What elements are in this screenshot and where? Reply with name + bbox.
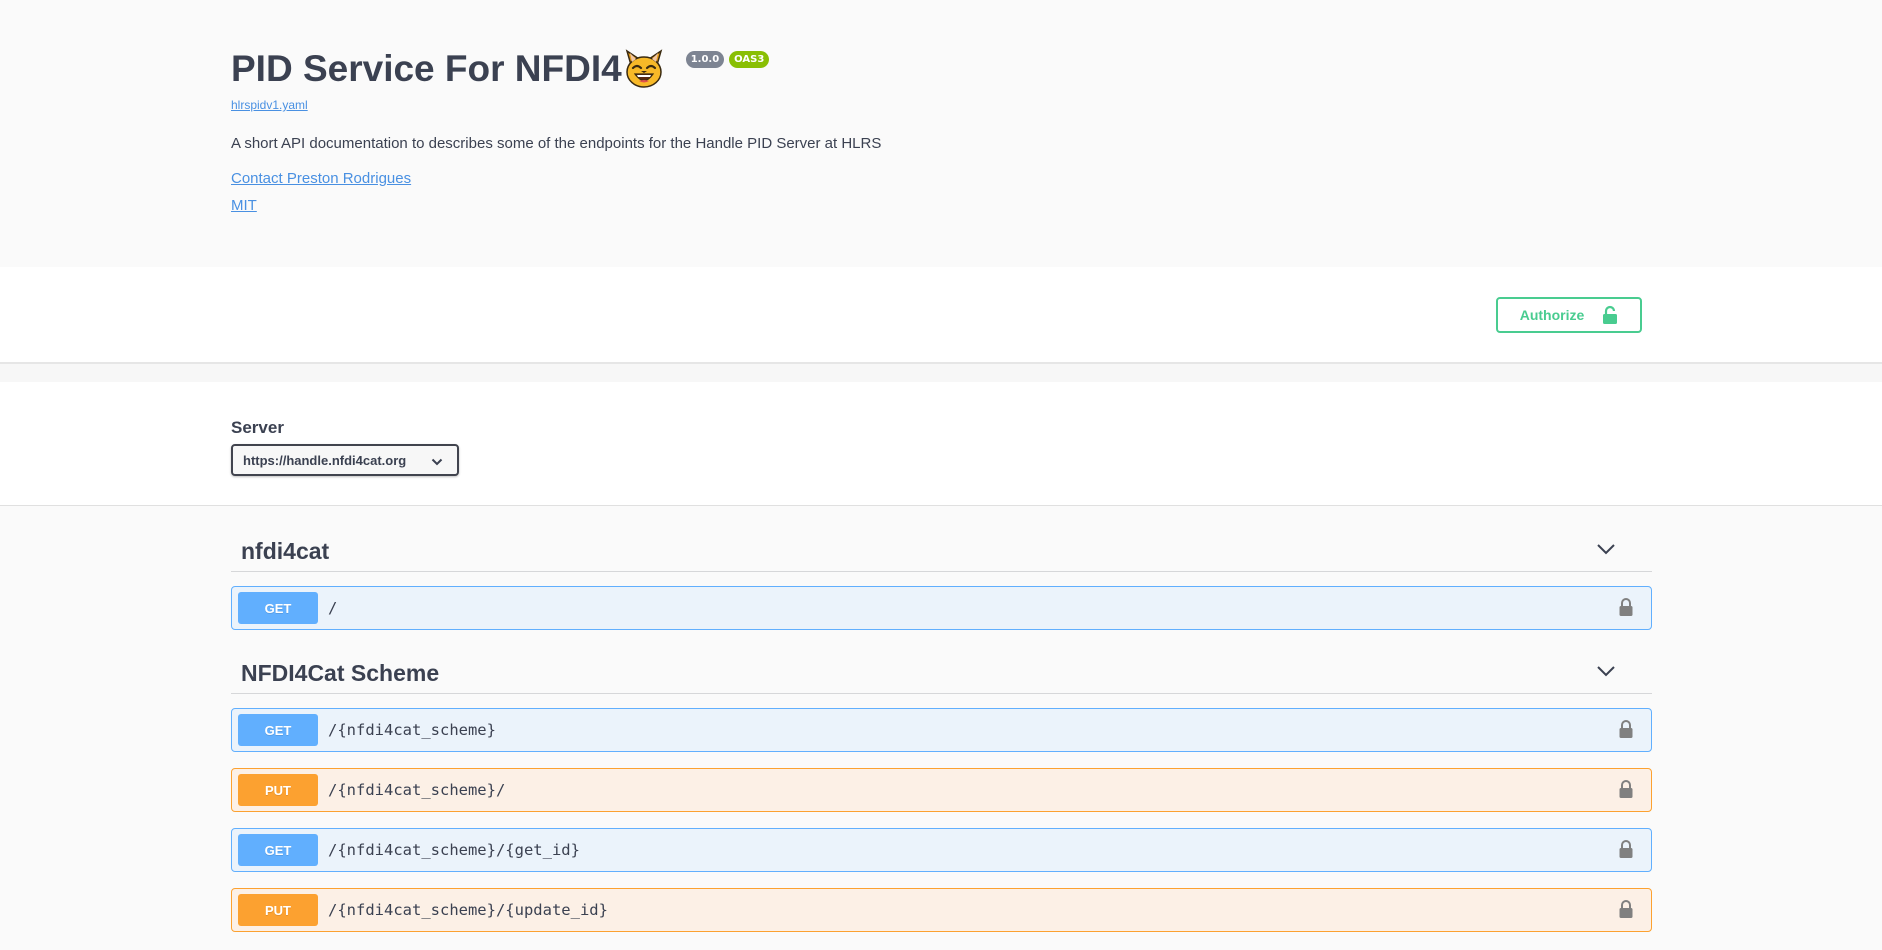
contact-link[interactable]: Contact Preston Rodrigues (231, 170, 411, 187)
http-method-badge: GET (238, 592, 318, 624)
server-select[interactable]: https://handle.nfdi4cat.org (231, 444, 459, 476)
operation-path: /{nfdi4cat_scheme}/{update_id} (328, 901, 608, 919)
http-method-badge: PUT (238, 894, 318, 926)
license-link[interactable]: MIT (231, 197, 257, 214)
api-info-section: PID Service For NFDI4 1.0.0 OAS3 hlrspid… (0, 0, 1882, 267)
unlock-icon (1602, 305, 1618, 325)
http-method-badge: GET (238, 834, 318, 866)
smiling-cat-emoji-icon (622, 47, 666, 91)
operation-put-scheme[interactable]: PUT /{nfdi4cat_scheme}/ (231, 768, 1652, 812)
operation-get-scheme-id[interactable]: GET /{nfdi4cat_scheme}/{get_id} (231, 828, 1652, 872)
authorize-button[interactable]: Authorize (1496, 297, 1642, 333)
authorize-label: Authorize (1519, 307, 1585, 323)
tag-header-nfdi4cat[interactable]: nfdi4cat (231, 528, 1652, 572)
servers-section: Server https://handle.nfdi4cat.org (0, 382, 1882, 506)
oas-badge: OAS3 (729, 51, 770, 68)
chevron-down-icon[interactable] (1596, 542, 1616, 561)
operation-path: /{nfdi4cat_scheme}/{get_id} (328, 841, 580, 859)
tag-title: NFDI4Cat Scheme (241, 660, 440, 686)
lock-icon[interactable] (1619, 597, 1633, 622)
operation-path: /{nfdi4cat_scheme}/ (328, 781, 506, 799)
operation-path: / (328, 599, 338, 617)
authorize-section: Authorize (0, 267, 1882, 364)
http-method-badge: GET (238, 714, 318, 746)
server-selected-value: https://handle.nfdi4cat.org (243, 452, 407, 468)
lock-icon[interactable] (1619, 719, 1633, 744)
operation-put-scheme-update-id[interactable]: PUT /{nfdi4cat_scheme}/{update_id} (231, 888, 1652, 932)
tag-header-nfdi4cat-scheme[interactable]: NFDI4Cat Scheme (231, 650, 1652, 694)
chevron-down-icon[interactable] (1596, 664, 1616, 683)
tag-title: nfdi4cat (241, 538, 330, 564)
title-row: PID Service For NFDI4 1.0.0 OAS3 (231, 44, 770, 94)
api-description: A short API documentation to describes s… (231, 135, 882, 152)
lock-icon[interactable] (1619, 779, 1633, 804)
version-badge: 1.0.0 (685, 51, 725, 68)
spec-file-link[interactable]: hlrspidv1.yaml (231, 98, 308, 112)
lock-icon[interactable] (1619, 839, 1633, 864)
api-title: PID Service For NFDI4 (231, 48, 622, 89)
http-method-badge: PUT (238, 774, 318, 806)
operation-get-scheme[interactable]: GET /{nfdi4cat_scheme} (231, 708, 1652, 752)
chevron-down-icon (431, 454, 443, 472)
lock-icon[interactable] (1619, 899, 1633, 924)
operation-get-root[interactable]: GET / (231, 586, 1652, 630)
operation-path: /{nfdi4cat_scheme} (328, 721, 496, 739)
operations-section: nfdi4cat GET / NFDI4Cat Scheme GET /{nfd… (0, 506, 1882, 950)
section-divider (0, 364, 1882, 382)
servers-label: Server (231, 418, 284, 437)
